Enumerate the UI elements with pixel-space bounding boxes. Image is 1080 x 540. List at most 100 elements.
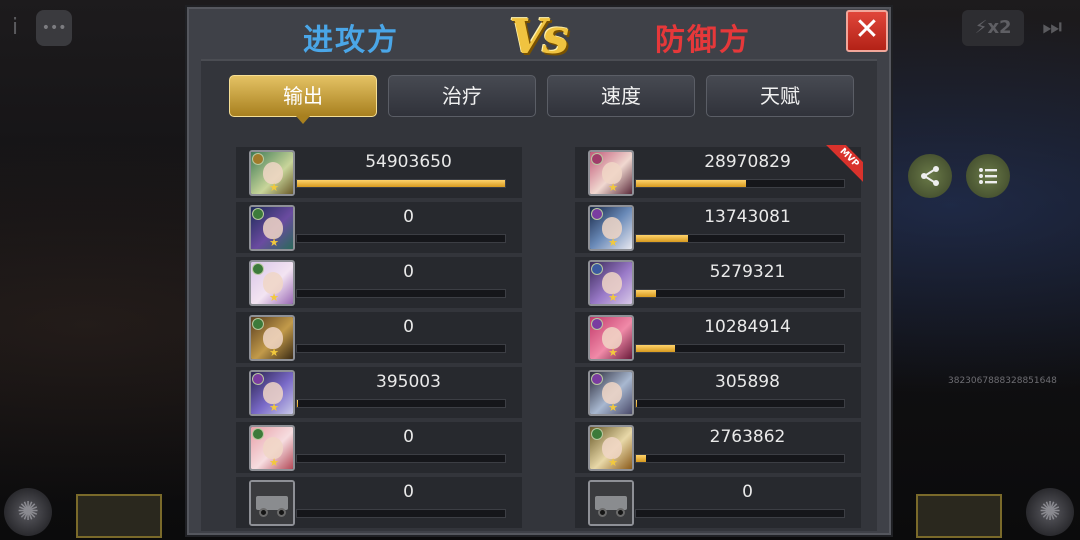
defender-row-3[interactable]: ★ 5279321 [575, 257, 861, 308]
defender-column: ★ 28970829 MVP ★ 13743081 ★ 5279321 ★ 10284914 ★ 3… [575, 145, 863, 532]
hero-portrait[interactable]: ★ [588, 315, 634, 361]
faction-badge-icon [252, 153, 264, 165]
list-icon [979, 168, 997, 184]
faction-badge-icon [591, 318, 603, 330]
tab-speed[interactable]: 速度 [547, 75, 695, 117]
faction-badge-icon [252, 263, 264, 275]
damage-bar-track [296, 344, 506, 353]
share-button[interactable] [908, 154, 952, 198]
damage-value: 395003 [376, 372, 441, 392]
damage-bar-track [635, 509, 845, 518]
hero-portrait[interactable]: ★ [588, 260, 634, 306]
damage-bar-fill [636, 455, 647, 462]
attacker-title: 进攻方 [303, 23, 399, 58]
rank-star-icon: ★ [608, 456, 618, 469]
hero-portrait[interactable]: ★ [249, 205, 295, 251]
rank-star-icon: ★ [269, 236, 279, 249]
damage-bar-track [635, 344, 845, 353]
faction-badge-icon [591, 373, 603, 385]
vehicle-portrait[interactable] [588, 480, 634, 526]
faction-badge-icon [252, 373, 264, 385]
attacker-row-5[interactable]: ★ 395003 [236, 367, 522, 418]
hero-portrait[interactable]: ★ [588, 425, 634, 471]
defender-row-2[interactable]: ★ 13743081 [575, 202, 861, 253]
hero-portrait[interactable]: ★ [249, 425, 295, 471]
damage-bar-fill [636, 290, 656, 297]
rank-star-icon: ★ [608, 236, 618, 249]
mvp-label: MVP [823, 145, 863, 185]
hero-portrait[interactable]: ★ [588, 370, 634, 416]
damage-value: 0 [403, 427, 414, 447]
hero-portrait[interactable]: ★ [588, 150, 634, 196]
damage-bar-fill [636, 345, 675, 352]
vehicle-wheel [259, 508, 268, 517]
attacker-row-3[interactable]: ★ 0 [236, 257, 522, 308]
attacker-row-1[interactable]: ★ 54903650 [236, 147, 522, 198]
attacker-row-4[interactable]: ★ 0 [236, 312, 522, 363]
damage-bar-fill [636, 235, 688, 242]
top-right-hud: ⚡x2 ⏭ [962, 8, 1062, 48]
tab-talent[interactable]: 天赋 [706, 75, 854, 117]
rank-star-icon: ★ [269, 456, 279, 469]
damage-bar-track [296, 454, 506, 463]
damage-bar-track [635, 454, 845, 463]
damage-bar-fill [297, 180, 505, 187]
damage-bar-track [296, 289, 506, 298]
faction-badge-icon [252, 318, 264, 330]
rank-star-icon: ★ [269, 291, 279, 304]
damage-value: 13743081 [704, 207, 791, 227]
hero-card-left[interactable] [76, 494, 162, 538]
hero-portrait[interactable]: ★ [249, 260, 295, 306]
damage-bar-track [296, 509, 506, 518]
defender-row-1[interactable]: ★ 28970829 MVP [575, 145, 863, 198]
hero-portrait[interactable]: ★ [588, 205, 634, 251]
tab-healing[interactable]: 治疗 [388, 75, 536, 117]
info-icon[interactable]: i [12, 8, 18, 48]
faction-badge-icon [591, 153, 603, 165]
defender-row-7[interactable]: 0 [575, 477, 861, 528]
attacker-row-7[interactable]: 0 [236, 477, 522, 528]
damage-bar-track [296, 399, 506, 408]
tab-output[interactable]: 输出 [229, 75, 377, 124]
attacker-row-2[interactable]: ★ 0 [236, 202, 522, 253]
damage-value: 54903650 [365, 152, 452, 172]
chat-bubble-icon[interactable]: ••• [36, 10, 73, 46]
defender-row-5[interactable]: ★ 305898 [575, 367, 861, 418]
skill-swirl-icon-right[interactable]: ✺ [1026, 488, 1074, 536]
list-button[interactable] [966, 154, 1010, 198]
mvp-badge: MVP [823, 145, 863, 185]
damage-value: 0 [403, 207, 414, 227]
stat-tabs: 输出 治疗 速度 天赋 [229, 75, 854, 124]
rank-star-icon: ★ [608, 401, 618, 414]
damage-value: 5279321 [709, 262, 786, 282]
battle-id-text: 3823067888328851648 [948, 376, 1057, 386]
rank-star-icon: ★ [269, 181, 279, 194]
hero-portrait[interactable]: ★ [249, 315, 295, 361]
rank-star-icon: ★ [608, 346, 618, 359]
damage-bar-track [635, 179, 845, 188]
hero-card-right[interactable] [916, 494, 1002, 538]
rank-star-icon: ★ [269, 346, 279, 359]
skill-swirl-icon-left[interactable]: ✺ [4, 488, 52, 536]
vehicle-wheel [598, 508, 607, 517]
damage-value: 305898 [715, 372, 780, 392]
damage-value: 0 [403, 482, 414, 502]
defender-row-4[interactable]: ★ 10284914 [575, 312, 861, 363]
faction-badge-icon [591, 263, 603, 275]
rank-star-icon: ★ [608, 181, 618, 194]
faction-badge-icon [591, 208, 603, 220]
damage-value: 0 [403, 262, 414, 282]
damage-bar-fill [636, 180, 746, 187]
attacker-row-6[interactable]: ★ 0 [236, 422, 522, 473]
hero-portrait[interactable]: ★ [249, 370, 295, 416]
close-button[interactable]: ✕ [846, 10, 888, 52]
vehicle-portrait[interactable] [249, 480, 295, 526]
vehicle-art [251, 482, 293, 524]
hero-portrait[interactable]: ★ [249, 150, 295, 196]
defender-row-6[interactable]: ★ 2763862 [575, 422, 861, 473]
skip-icon[interactable]: ⏭ [1042, 8, 1062, 48]
damage-bar-track [635, 289, 845, 298]
speed-label: x2 [987, 17, 1012, 38]
damage-bar-track [635, 234, 845, 243]
speed-toggle-button[interactable]: ⚡x2 [962, 10, 1025, 46]
